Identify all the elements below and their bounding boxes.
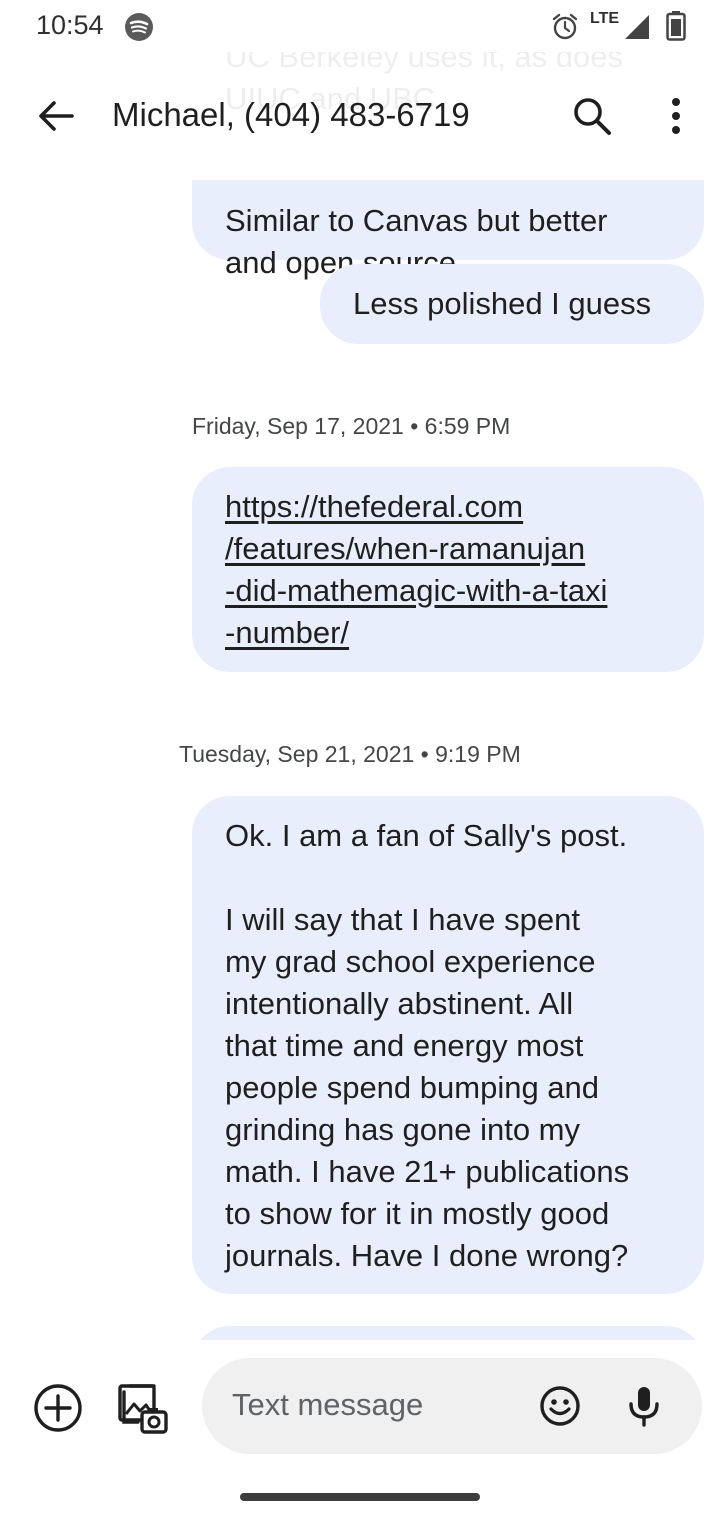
mic-icon[interactable]: [622, 1384, 666, 1428]
signal-icon: [625, 15, 649, 39]
text-message-placeholder: Text message: [232, 1387, 424, 1422]
text-message-field[interactable]: Text message: [202, 1358, 702, 1454]
date-timestamp: Friday, Sep 17, 2021 • 6:59 PM: [192, 413, 511, 439]
more-vert-icon[interactable]: [656, 94, 696, 138]
gallery-camera-icon[interactable]: [116, 1382, 170, 1436]
search-icon[interactable]: [570, 94, 614, 138]
emoji-icon[interactable]: [538, 1384, 582, 1428]
spotify-icon: [125, 13, 153, 41]
conversation-list[interactable]: Similar to Canvas but better and open so…: [0, 0, 720, 1340]
message-link[interactable]: https://thefederal.com /features/when-ra…: [225, 489, 607, 650]
battery-icon: [666, 11, 686, 41]
conversation-title[interactable]: Michael, (404) 483-6719: [112, 96, 470, 134]
add-icon[interactable]: [32, 1382, 84, 1434]
compose-bar: Text message: [0, 1340, 720, 1520]
app-bar: UC Berkeley uses it, as does UIUC and UB…: [0, 52, 720, 180]
message-bubble[interactable]: Ok. I am a fan of Sally's post. I will s…: [192, 796, 704, 1294]
message-bubble[interactable]: Less polished I guess: [320, 264, 704, 344]
message-bubble-link[interactable]: https://thefederal.com /features/when-ra…: [192, 467, 704, 672]
status-time: 10:54: [36, 10, 104, 40]
back-arrow-icon[interactable]: [34, 94, 78, 138]
message-bubble-partial[interactable]: [192, 1326, 704, 1340]
status-bar: 10:54 LTE: [0, 0, 720, 52]
network-type: LTE: [590, 10, 620, 27]
alarm-icon: [552, 13, 578, 40]
home-indicator[interactable]: [240, 1493, 480, 1501]
date-timestamp: Tuesday, Sep 21, 2021 • 9:19 PM: [179, 741, 521, 767]
